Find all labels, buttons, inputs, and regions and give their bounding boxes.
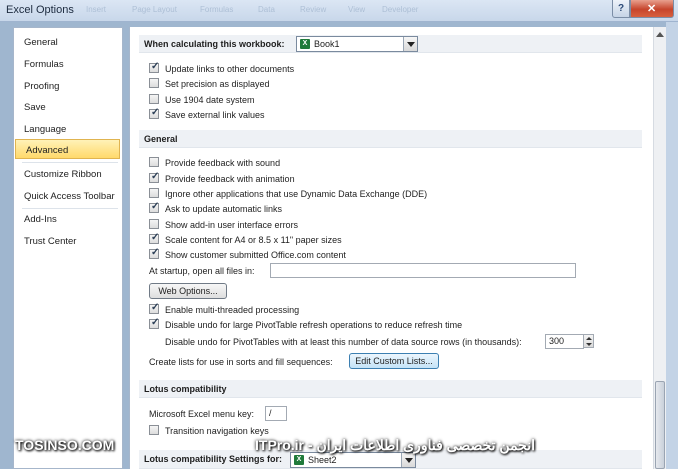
date-1904-checkbox[interactable] [149,94,159,104]
transition-keys-label: Transition navigation keys [165,426,269,436]
when-calculating-label: When calculating this workbook: [144,39,285,49]
update-links-label: Update links to other documents [165,64,295,74]
lotus-settings-label: Lotus compatibility Settings for: [144,454,283,464]
update-auto-links-checkbox[interactable] [149,201,159,213]
transition-keys-checkbox[interactable] [149,425,159,435]
ghost-tab: Developer [382,5,419,14]
worksheet-icon: X [294,455,304,465]
ghost-tab: Insert [86,5,107,14]
sidebar-item-trust-center[interactable]: Trust Center [14,231,122,251]
scale-content-label: Scale content for A4 or 8.5 x 11" paper … [165,235,342,245]
multithread-checkbox[interactable] [149,302,159,314]
sidebar-item-proofing[interactable]: Proofing [14,76,122,96]
help-icon: ? [618,3,625,14]
sidebar-divider [22,162,118,163]
custom-lists-label: Create lists for use in sorts and fill s… [149,357,333,367]
undo-threshold-label: Disable undo for PivotTables with at lea… [165,337,522,347]
section-lotus-compatibility: Lotus compatibility [139,380,642,398]
ghost-tab: Data [258,5,275,14]
menu-key-input[interactable]: / [265,406,287,421]
startup-folder-label: At startup, open all files in: [149,266,255,276]
title-bar: Excel Options Insert Page Layout Formula… [0,0,678,22]
close-button[interactable]: ✕ [630,0,674,18]
date-1904-label: Use 1904 date system [165,95,255,105]
general-header: General [144,134,178,144]
lotus-sheet-value: Sheet2 [308,455,337,465]
lotus-sheet-select[interactable]: X Sheet2 [290,452,416,468]
lotus-header: Lotus compatibility [144,384,227,394]
excel-workbook-icon: X [300,39,310,49]
menu-key-label: Microsoft Excel menu key: [149,409,255,419]
ignore-dde-label: Ignore other applications that use Dynam… [165,189,428,199]
workbook-select-value: Book1 [314,39,340,49]
window-title: Excel Options [6,4,74,16]
sidebar-item-save[interactable]: Save [14,97,122,117]
help-button[interactable]: ? [612,0,630,18]
feedback-animation-label: Provide feedback with animation [165,174,295,184]
undo-threshold-input[interactable]: 300 [545,334,584,349]
undo-threshold-spinner[interactable] [584,334,594,348]
addin-errors-label: Show add-in user interface errors [165,220,299,230]
web-options-button[interactable]: Web Options... [149,283,227,299]
disable-undo-label: Disable undo for large PivotTable refres… [165,320,463,330]
save-external-links-label: Save external link values [165,110,265,120]
sidebar-item-language[interactable]: Language [14,119,122,139]
vertical-scrollbar[interactable] [653,27,666,469]
feedback-sound-label: Provide feedback with sound [165,158,281,168]
chevron-down-icon [401,453,415,467]
disable-undo-checkbox[interactable] [149,317,159,329]
multithread-label: Enable multi-threaded processing [165,305,300,315]
options-sidebar: General Formulas Proofing Save Language … [13,27,123,469]
sidebar-item-formulas[interactable]: Formulas [14,54,122,74]
ghost-tab: Review [300,5,327,14]
close-icon: ✕ [647,3,657,15]
watermark-right: ITPro.ir - انجمن تخصصی فناوری اطلاعات ای… [255,437,535,453]
set-precision-label: Set precision as displayed [165,79,270,89]
office-com-content-checkbox[interactable] [149,247,159,259]
sidebar-item-advanced[interactable]: Advanced [15,139,120,159]
scale-content-checkbox[interactable] [149,232,159,244]
addin-errors-checkbox[interactable] [149,219,159,229]
window-frame [666,22,678,469]
scroll-up-icon[interactable] [656,32,664,37]
ghost-tab: Formulas [200,5,234,14]
edit-custom-lists-button[interactable]: Edit Custom Lists... [349,353,439,369]
set-precision-checkbox[interactable] [149,78,159,88]
watermark-left: TOSINSO.COM [15,437,115,453]
feedback-animation-checkbox[interactable] [149,171,159,183]
save-external-links-checkbox[interactable] [149,107,159,119]
update-auto-links-label: Ask to update automatic links [165,204,283,214]
scrollbar-thumb[interactable] [655,381,665,469]
sidebar-item-customize-ribbon[interactable]: Customize Ribbon [14,164,122,184]
sidebar-item-quick-access-toolbar[interactable]: Quick Access Toolbar [14,186,122,206]
sidebar-item-general[interactable]: General [14,32,122,52]
sidebar-item-add-ins[interactable]: Add-Ins [14,209,122,229]
update-links-checkbox[interactable] [149,61,159,73]
office-com-content-label: Show customer submitted Office.com conte… [165,250,346,260]
feedback-sound-checkbox[interactable] [149,157,159,167]
section-general: General [139,130,642,148]
ignore-dde-checkbox[interactable] [149,188,159,198]
advanced-options-panel: When calculating this workbook: X Book1 … [129,27,653,469]
ghost-tab: View [348,5,366,14]
ghost-tab: Page Layout [132,5,177,14]
chevron-down-icon [403,37,417,51]
startup-folder-input[interactable] [270,263,576,278]
workbook-select[interactable]: X Book1 [296,36,418,52]
